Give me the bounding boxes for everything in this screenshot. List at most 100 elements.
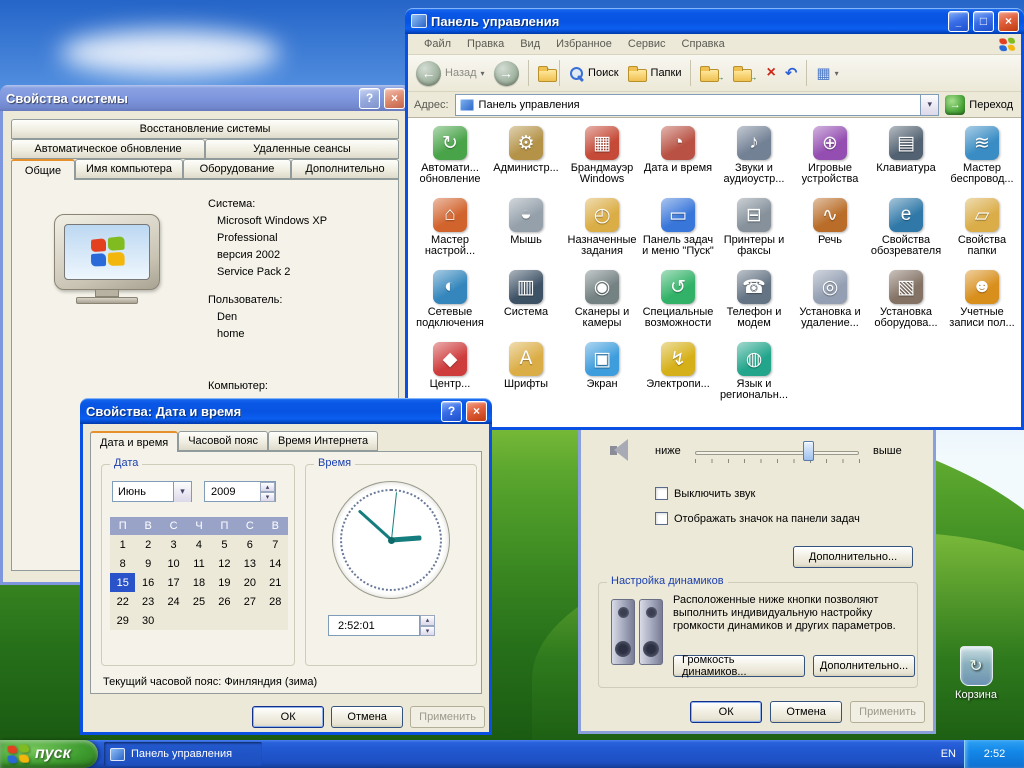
control-panel-item[interactable]: ◎ Установка и удаление... (792, 268, 868, 340)
menu-item[interactable]: Справка (674, 38, 733, 50)
control-panel-item[interactable]: ▭ Панель задач и меню "Пуск" (640, 196, 716, 268)
go-button[interactable]: → Переход (945, 94, 1015, 115)
tab[interactable]: Часовой пояс (178, 431, 268, 451)
volume-slider-track[interactable] (695, 451, 859, 455)
calendar-day[interactable]: 13 (237, 554, 262, 573)
cancel-button[interactable]: Отмена (331, 706, 404, 728)
year-spinner[interactable]: 2009 ▴ ▾ (204, 481, 276, 502)
control-panel-item[interactable]: ◒ Мышь (488, 196, 564, 268)
control-panel-item[interactable]: ♪ Звуки и аудиоустр... (716, 124, 792, 196)
control-panel-titlebar[interactable]: Панель управления _ □ × (405, 8, 1024, 34)
maximize-button[interactable]: □ (973, 10, 994, 32)
calendar-day[interactable]: 17 (161, 573, 186, 592)
tab[interactable]: Имя компьютера (75, 159, 183, 179)
control-panel-item[interactable]: ↻ Автомати... обновление (412, 124, 488, 196)
spin-up-icon[interactable]: ▴ (420, 615, 435, 626)
close-button[interactable]: × (466, 400, 487, 422)
spin-down-icon[interactable]: ▾ (420, 625, 435, 636)
menu-item[interactable]: Сервис (620, 38, 674, 50)
tab[interactable]: Время Интернета (267, 431, 379, 451)
calendar-day[interactable]: 15 (110, 573, 136, 592)
control-panel-item[interactable]: ▥ Система (488, 268, 564, 340)
address-combo[interactable]: Панель управления ▾ (454, 93, 940, 116)
calendar-day[interactable]: 27 (237, 592, 262, 611)
time-input[interactable]: 2:52:01 (328, 615, 420, 636)
tab[interactable]: Автоматическое обновление (11, 139, 205, 159)
control-panel-item[interactable]: ↺ Специальные возможности (640, 268, 716, 340)
tab[interactable]: Оборудование (183, 159, 291, 179)
control-panel-item[interactable]: ▦ Брандмауэр Windows (564, 124, 640, 196)
address-dropdown-button[interactable]: ▾ (920, 94, 939, 115)
calendar-day[interactable]: 24 (161, 592, 186, 611)
menu-item[interactable]: Файл (416, 38, 459, 50)
tray-icon-checkbox[interactable]: Отображать значок на панели задач (655, 512, 860, 525)
recycle-bin[interactable]: ↻ Корзина (938, 646, 1014, 701)
control-panel-item[interactable]: ⌂ Мастер настрой... (412, 196, 488, 268)
calendar-day[interactable]: 29 (110, 611, 135, 630)
calendar-day[interactable]: 10 (161, 554, 186, 573)
calendar-day[interactable]: 12 (212, 554, 237, 573)
views-button[interactable]: ▦ ▾ (813, 64, 841, 83)
control-panel-item[interactable]: ▤ Клавиатура (868, 124, 944, 196)
calendar-day[interactable]: 16 (135, 573, 160, 592)
search-button[interactable]: Поиск (566, 64, 621, 83)
control-panel-item[interactable]: ↯ Электропи... (640, 340, 716, 412)
up-button[interactable]: ↑ (535, 63, 557, 84)
ok-button[interactable]: ОК (690, 701, 763, 723)
speaker-advanced-button[interactable]: Дополнительно... (813, 655, 915, 677)
tab[interactable]: Общие (11, 159, 75, 180)
folders-button[interactable]: Папки (625, 63, 685, 84)
system-properties-titlebar[interactable]: Свойства системы ? × (0, 85, 410, 111)
undo-button[interactable]: ↶ (782, 64, 801, 83)
menu-item[interactable]: Избранное (548, 38, 620, 50)
control-panel-item[interactable]: ∿ Речь (792, 196, 868, 268)
menu-item[interactable]: Правка (459, 38, 512, 50)
control-panel-item[interactable]: A Шрифты (488, 340, 564, 412)
calendar-day[interactable]: 22 (110, 592, 135, 611)
digital-time[interactable]: 2:52:01 ▴ ▾ (328, 615, 435, 636)
minimize-button[interactable]: _ (948, 10, 969, 32)
control-panel-item[interactable]: ▣ Экран (564, 340, 640, 412)
system-tray[interactable]: 2:52 (964, 740, 1024, 768)
ok-button[interactable]: ОК (252, 706, 325, 728)
spin-down-icon[interactable]: ▾ (260, 492, 275, 502)
taskbar-task-button[interactable]: Панель управления (104, 742, 262, 766)
move-to-button[interactable]: → (697, 62, 727, 84)
tab[interactable]: Удаленные сеансы (205, 139, 399, 159)
calendar-day[interactable]: 21 (263, 573, 288, 592)
control-panel-item[interactable]: ▧ Установка оборудова... (868, 268, 944, 340)
calendar-day[interactable]: 28 (263, 592, 288, 611)
calendar-day[interactable]: 26 (212, 592, 237, 611)
tab[interactable]: Дополнительно (291, 159, 399, 179)
advanced-button[interactable]: Дополнительно... (793, 546, 913, 568)
calendar-day[interactable]: 9 (135, 554, 160, 573)
control-panel-item[interactable]: ⚙ Администр... (488, 124, 564, 196)
control-panel-item[interactable]: ◐ Сетевые подключения (412, 268, 488, 340)
help-button[interactable]: ? (359, 87, 380, 109)
calendar-day[interactable]: 18 (186, 573, 211, 592)
apply-button[interactable]: Применить (850, 701, 925, 723)
language-indicator[interactable]: EN (941, 740, 956, 768)
checkbox-box[interactable] (655, 512, 668, 525)
close-button[interactable]: × (384, 87, 405, 109)
year-spin-buttons[interactable]: ▴ ▾ (260, 482, 275, 502)
calendar-day[interactable]: 19 (212, 573, 237, 592)
copy-to-button[interactable]: → (730, 62, 760, 84)
start-button[interactable]: пуск (0, 740, 98, 768)
calendar-day[interactable]: 6 (237, 535, 262, 554)
back-button[interactable]: ← Назад ▾ (413, 59, 488, 88)
calendar-day[interactable]: 20 (237, 573, 262, 592)
close-button[interactable]: × (998, 10, 1019, 32)
calendar-day[interactable]: 2 (135, 535, 160, 554)
apply-button[interactable]: Применить (410, 706, 485, 728)
control-panel-item[interactable]: ≋ Мастер беспровод... (944, 124, 1020, 196)
control-panel-item[interactable]: e Свойства обозревателя (868, 196, 944, 268)
calendar-day[interactable]: 11 (186, 554, 211, 573)
month-dropdown-button[interactable]: ▾ (173, 481, 191, 502)
mute-checkbox[interactable]: Выключить звук (655, 487, 755, 500)
control-panel-item[interactable]: ◍ Язык и региональн... (716, 340, 792, 412)
control-panel-item[interactable]: ☻ Учетные записи пол... (944, 268, 1020, 340)
calendar-day[interactable]: 25 (186, 592, 211, 611)
date-time-titlebar[interactable]: Свойства: Дата и время ? × (80, 398, 492, 424)
help-button[interactable]: ? (441, 400, 462, 422)
